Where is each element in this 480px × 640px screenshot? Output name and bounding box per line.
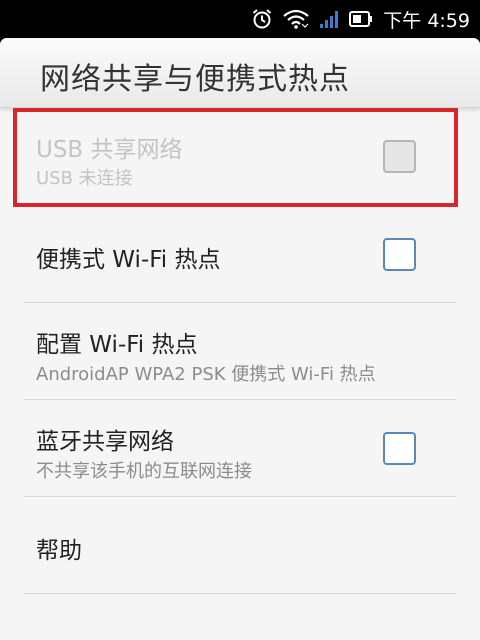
usb-tethering-checkbox[interactable] [383,140,416,173]
page-title: 网络共享与便携式热点 [40,62,350,97]
bluetooth-tethering-checkbox[interactable] [383,432,416,465]
settings-panel: 网络共享与便携式热点 USB 共享网络 USB 未连接 便携式 Wi-Fi 热点… [0,38,480,640]
status-time: 下午 4:59 [383,9,470,32]
page-header: 网络共享与便携式热点 [0,38,480,108]
battery-icon [349,10,373,28]
configure-hotspot-title: 配置 Wi-Fi 热点 [36,332,198,358]
status-bar: 下午 4:59 [0,0,480,38]
signal-icon [319,9,339,29]
wifi-icon [283,9,309,29]
divider [24,593,456,594]
bluetooth-tethering-row[interactable]: 蓝牙共享网络 不共享该手机的互联网连接 [0,400,480,497]
wifi-hotspot-row[interactable]: 便携式 Wi-Fi 热点 [0,206,480,303]
configure-hotspot-subtitle: AndroidAP WPA2 PSK 便携式 Wi-Fi 热点 [36,364,376,385]
wifi-hotspot-checkbox[interactable] [383,238,416,271]
alarm-icon [251,8,273,30]
configure-hotspot-row[interactable]: 配置 Wi-Fi 热点 AndroidAP WPA2 PSK 便携式 Wi-Fi… [0,303,480,400]
settings-list: USB 共享网络 USB 未连接 便携式 Wi-Fi 热点 配置 Wi-Fi 热… [0,108,480,594]
bluetooth-tethering-title: 蓝牙共享网络 [36,429,174,455]
wifi-hotspot-title: 便携式 Wi-Fi 热点 [36,247,221,273]
usb-tethering-title: USB 共享网络 [36,137,183,163]
bluetooth-tethering-subtitle: 不共享该手机的互联网连接 [36,461,252,482]
help-title: 帮助 [36,538,82,564]
usb-tethering-subtitle: USB 未连接 [36,168,133,189]
help-row[interactable]: 帮助 [0,497,480,594]
usb-tethering-row[interactable]: USB 共享网络 USB 未连接 [0,108,480,207]
